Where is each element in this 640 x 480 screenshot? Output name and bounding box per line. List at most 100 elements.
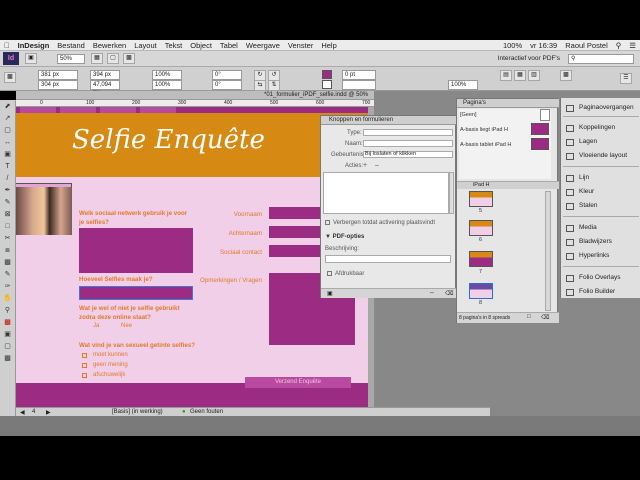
master-none[interactable]: [Geen] bbox=[460, 112, 477, 118]
menu-venster[interactable]: Venster bbox=[284, 41, 317, 50]
zoom-tool-icon[interactable]: ⚲ bbox=[2, 306, 14, 316]
pages-scrollbar[interactable] bbox=[545, 191, 551, 311]
new-page-icon[interactable]: □ bbox=[527, 314, 531, 320]
checkbox[interactable] bbox=[82, 363, 87, 368]
dock-stroke[interactable]: Lijn bbox=[561, 172, 640, 184]
menu-tekst[interactable]: Tekst bbox=[161, 41, 187, 50]
selfie-photo[interactable] bbox=[16, 187, 72, 235]
gradient-tool-icon[interactable]: ▩ bbox=[2, 258, 14, 268]
first-page-icon[interactable]: ◀ bbox=[20, 409, 25, 416]
opacity-field[interactable]: 100% bbox=[448, 80, 478, 90]
dock-bookmarks[interactable]: Bladwijzers bbox=[561, 236, 640, 248]
workspace-switcher[interactable]: Interactief voor PDF's bbox=[498, 55, 560, 62]
checkbox[interactable] bbox=[82, 353, 87, 358]
selection-tool-icon[interactable]: ⬈ bbox=[2, 102, 14, 112]
preview-icon[interactable]: ▣ bbox=[327, 290, 333, 297]
pages-panel-header[interactable]: Pagina's bbox=[457, 99, 559, 108]
option-yes[interactable]: Ja bbox=[93, 323, 99, 329]
page-thumb[interactable] bbox=[469, 251, 493, 267]
panel-menu-icon[interactable]: ☰ bbox=[620, 73, 632, 84]
height-field[interactable]: 47,094 px bbox=[90, 80, 120, 96]
add-action-icon[interactable]: + bbox=[363, 162, 367, 169]
page-tool-icon[interactable]: ▢ bbox=[2, 126, 14, 136]
name-input[interactable] bbox=[363, 140, 453, 147]
answer-2-field[interactable] bbox=[79, 286, 193, 300]
dock-media[interactable]: Media bbox=[561, 222, 640, 234]
dock-page-transitions[interactable]: Paginaovergangen bbox=[561, 102, 640, 114]
view-mode-icon[interactable]: ▢ bbox=[2, 342, 14, 352]
stroke-type-select[interactable] bbox=[342, 80, 376, 90]
arrange-docs-button[interactable]: ▩ bbox=[123, 53, 135, 64]
align-left-icon[interactable]: ▤ bbox=[500, 70, 512, 81]
delete-page-icon[interactable]: ⌫ bbox=[541, 314, 549, 321]
dock-folio-overlays[interactable]: Folio Overlays bbox=[561, 272, 640, 284]
eyedropper-tool-icon[interactable]: ✑ bbox=[2, 282, 14, 292]
dock-links[interactable]: Koppelingen bbox=[561, 122, 640, 134]
description-input[interactable] bbox=[325, 255, 451, 263]
nav-button[interactable] bbox=[100, 107, 136, 113]
fill-stroke-icon[interactable]: ▩ bbox=[2, 318, 14, 328]
dock-layers[interactable]: Lagen bbox=[561, 136, 640, 148]
content-collector-icon[interactable]: ▣ bbox=[2, 150, 14, 160]
flip-h-icon[interactable]: ⇆ bbox=[254, 80, 266, 91]
rectangle-frame-tool-icon[interactable]: ⊠ bbox=[2, 210, 14, 220]
flip-v-icon[interactable]: ⇅ bbox=[268, 80, 280, 91]
note-tool-icon[interactable]: ✎ bbox=[2, 270, 14, 280]
fill-swatch[interactable] bbox=[322, 70, 332, 79]
gap-tool-icon[interactable]: ↔ bbox=[2, 138, 14, 148]
pen-tool-icon[interactable]: ✒ bbox=[2, 186, 14, 196]
menu-object[interactable]: Object bbox=[186, 41, 216, 50]
nav-button[interactable] bbox=[140, 107, 176, 113]
option-1[interactable]: moet kunnen bbox=[93, 352, 128, 358]
battery-status[interactable]: 100% bbox=[499, 41, 526, 50]
page-thumb-selected[interactable] bbox=[469, 283, 493, 299]
spotlight-icon[interactable]: ⚲ bbox=[612, 41, 626, 50]
page-number-field[interactable]: 4 bbox=[32, 409, 35, 415]
view-options-button[interactable]: ▦ bbox=[91, 53, 103, 64]
pdf-options-toggle[interactable]: ▼ PDF-opties bbox=[325, 234, 364, 240]
print-checkbox[interactable] bbox=[327, 271, 332, 276]
list-icon[interactable]: ☰ bbox=[625, 41, 640, 50]
rotation-field[interactable]: 0° bbox=[212, 70, 242, 80]
menu-tabel[interactable]: Tabel bbox=[216, 41, 242, 50]
option-2[interactable]: geen mening bbox=[93, 362, 128, 368]
dock-folio-builder[interactable]: Folio Builder bbox=[561, 286, 640, 298]
line-tool-icon[interactable]: / bbox=[2, 174, 14, 184]
page-thumb[interactable] bbox=[469, 220, 493, 236]
shear-field[interactable]: 0° bbox=[212, 80, 242, 90]
dock-color[interactable]: Kleur bbox=[561, 186, 640, 198]
master-a-label[interactable]: A-basis liegt iPad H bbox=[460, 127, 508, 133]
option-no[interactable]: Nee bbox=[121, 323, 132, 329]
pages-divider[interactable]: iPad H bbox=[457, 181, 559, 189]
menu-bewerken[interactable]: Bewerken bbox=[89, 41, 130, 50]
scissors-tool-icon[interactable]: ✂ bbox=[2, 234, 14, 244]
actions-list[interactable] bbox=[323, 172, 449, 214]
type-tool-icon[interactable]: T bbox=[2, 162, 14, 172]
nav-button[interactable] bbox=[20, 107, 56, 113]
remove-action-icon[interactable]: – bbox=[375, 162, 379, 169]
menu-bestand[interactable]: Bestand bbox=[53, 41, 89, 50]
master-b-label[interactable]: A-basis tablet iPad H bbox=[460, 142, 511, 148]
master-none-thumb[interactable] bbox=[540, 109, 550, 121]
stroke-weight-field[interactable]: 0 pt bbox=[342, 70, 376, 80]
master-b-thumb[interactable] bbox=[531, 138, 549, 150]
width-field[interactable]: 394 px bbox=[90, 70, 120, 80]
actions-scrollbar[interactable] bbox=[449, 172, 454, 214]
scale-y-field[interactable]: 100% bbox=[152, 80, 182, 90]
answer-1-field[interactable] bbox=[79, 228, 193, 273]
rectangle-tool-icon[interactable]: □ bbox=[2, 222, 14, 232]
distribute-icon[interactable]: ▩ bbox=[560, 70, 572, 81]
align-right-icon[interactable]: ▥ bbox=[528, 70, 540, 81]
scale-x-field[interactable]: 100% bbox=[152, 70, 182, 80]
nav-button[interactable] bbox=[60, 107, 96, 113]
y-position-field[interactable]: 304 px bbox=[38, 80, 78, 90]
document-page[interactable]: Selfie Enquête Welk sociaal netwerk gebr… bbox=[16, 107, 368, 407]
hand-tool-icon[interactable]: ✋ bbox=[2, 294, 14, 304]
trash-icon[interactable]: ⌫ bbox=[445, 290, 453, 297]
convert-icon[interactable]: ⇔ bbox=[429, 290, 435, 296]
page-thumb[interactable] bbox=[469, 191, 493, 207]
menu-layout[interactable]: Layout bbox=[130, 41, 161, 50]
pencil-tool-icon[interactable]: ✎ bbox=[2, 198, 14, 208]
horizontal-ruler[interactable]: 0 100 200 300 400 500 600 700 bbox=[16, 100, 374, 107]
bridge-button[interactable]: ▣ bbox=[25, 53, 37, 64]
